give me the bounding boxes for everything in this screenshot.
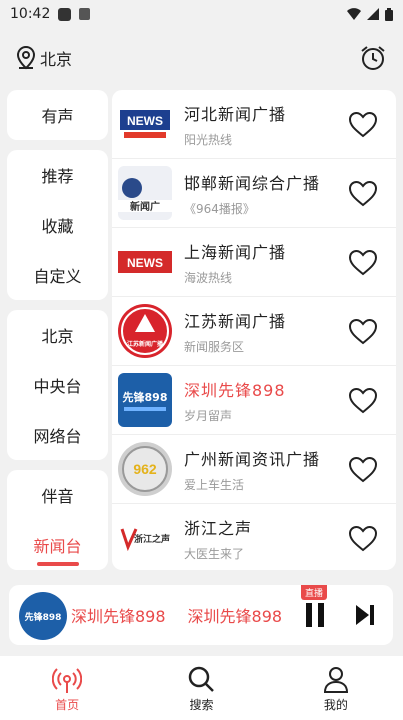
notification-icon: [58, 7, 72, 21]
station-program: 海波热线: [184, 270, 233, 285]
user-icon: [323, 666, 348, 693]
pause-icon[interactable]: [304, 602, 326, 628]
now-playing-marquee: 深圳先锋898 深圳先锋898: [71, 603, 293, 627]
sidebar-group-1: 有声: [7, 90, 108, 140]
player-station-logo: 先锋898: [19, 592, 67, 640]
station-logo: NEWS: [118, 97, 172, 151]
station-program: 《964播报》: [184, 201, 255, 216]
station-title: 河北新闻广播: [184, 104, 287, 124]
nav-search-label: 搜索: [189, 697, 214, 712]
list-item[interactable]: 江苏新闻广播 江苏新闻广播 新闻服务区: [112, 297, 396, 366]
skip-next-icon[interactable]: [354, 603, 376, 627]
sidebar-item-favorites[interactable]: 收藏: [7, 200, 108, 250]
list-item-active[interactable]: 先锋898 深圳先锋898 岁月留声: [112, 366, 396, 435]
now-playing-title-repeat: 深圳先锋898: [187, 607, 283, 626]
sidebar-item-recommend[interactable]: 推荐: [7, 150, 108, 200]
station-title: 深圳先锋898: [184, 380, 286, 400]
app-notification-icon: [79, 8, 91, 20]
list-item[interactable]: NEWS 上海新闻广播 海波热线: [112, 228, 396, 297]
sidebar-item-news[interactable]: 新闻台: [7, 520, 108, 570]
svg-text:NEWS: NEWS: [127, 256, 163, 270]
svg-text:浙江之声: 浙江之声: [134, 533, 170, 545]
sidebar-item-background[interactable]: 伴音: [7, 470, 108, 520]
svg-text:962: 962: [133, 461, 157, 477]
radio-waves-icon: [52, 667, 83, 693]
heart-icon[interactable]: [348, 111, 378, 138]
station-program: 新闻服务区: [184, 339, 245, 354]
nav-profile-label: 我的: [323, 697, 348, 712]
station-program: 爱上车生活: [184, 477, 245, 492]
city-label: 北京: [40, 50, 73, 69]
svg-text:新闻广: 新闻广: [130, 200, 160, 213]
nav-home-label: 首页: [55, 697, 80, 712]
bottom-navigation: 首页 搜索 我的: [0, 656, 403, 720]
station-list: NEWS 河北新闻广播 阳光热线 新闻广 邯郸新闻综合广播 《964播报》 NE…: [112, 90, 396, 570]
live-badge: 直播: [301, 585, 328, 600]
list-item[interactable]: NEWS 河北新闻广播 阳光热线: [112, 90, 396, 159]
sidebar-item-central[interactable]: 中央台: [7, 360, 108, 410]
station-title: 江苏新闻广播: [184, 311, 287, 331]
station-logo: 新闻广: [118, 166, 172, 220]
nav-profile[interactable]: 我的: [269, 656, 403, 720]
station-title: 上海新闻广播: [184, 242, 287, 262]
station-title: 浙江之声: [184, 518, 253, 538]
station-title: 广州新闻资讯广播: [184, 449, 321, 469]
list-item[interactable]: 新闻广 邯郸新闻综合广播 《964播报》: [112, 159, 396, 228]
sidebar-group-4: 伴音 新闻台: [7, 470, 108, 570]
station-title: 邯郸新闻综合广播: [184, 173, 321, 193]
signal-icon: [367, 8, 379, 20]
sidebar-item-network[interactable]: 网络台: [7, 410, 108, 460]
station-logo: NEWS: [118, 235, 172, 289]
station-logo: 962: [118, 442, 172, 496]
now-playing-title: 深圳先锋898: [71, 607, 166, 626]
sidebar-item-audio[interactable]: 有声: [7, 90, 108, 140]
list-item[interactable]: 962 广州新闻资讯广播 爱上车生活: [112, 435, 396, 504]
heart-icon[interactable]: [348, 318, 378, 345]
search-icon: [189, 666, 215, 692]
station-logo: 先锋898: [118, 373, 172, 427]
heart-icon[interactable]: [348, 249, 378, 276]
heart-icon[interactable]: [348, 456, 378, 483]
category-sidebar: 有声 推荐 收藏 自定义 北京 中央台 网络台 伴音 新闻台: [7, 90, 108, 580]
nav-home[interactable]: 首页: [0, 656, 134, 720]
header: 北京: [0, 38, 403, 78]
mini-player[interactable]: 先锋898 深圳先锋898 深圳先锋898 直播: [9, 585, 393, 645]
nav-search[interactable]: 搜索: [134, 656, 268, 720]
station-program: 岁月留声: [184, 408, 233, 423]
location-selector[interactable]: 北京: [16, 46, 72, 70]
sidebar-group-3: 北京 中央台 网络台: [7, 310, 108, 460]
svg-text:江苏新闻广播: 江苏新闻广播: [127, 340, 164, 348]
heart-icon[interactable]: [348, 525, 378, 552]
wifi-icon: [347, 8, 361, 20]
battery-icon: [385, 7, 393, 21]
list-item[interactable]: 浙江之声 浙江之声 大医生来了: [112, 504, 396, 570]
clock-time: 10:42: [10, 6, 51, 22]
sidebar-group-2: 推荐 收藏 自定义: [7, 150, 108, 300]
sidebar-item-custom[interactable]: 自定义: [7, 250, 108, 300]
status-bar: 10:42: [0, 0, 403, 28]
station-program: 大医生来了: [184, 546, 245, 561]
station-logo: 江苏新闻广播: [118, 304, 172, 358]
sidebar-item-beijing[interactable]: 北京: [7, 310, 108, 360]
location-pin-icon: [16, 46, 36, 70]
svg-text:NEWS: NEWS: [127, 114, 163, 128]
station-logo: 浙江之声: [118, 511, 172, 565]
heart-icon[interactable]: [348, 387, 378, 414]
heart-icon[interactable]: [348, 180, 378, 207]
station-program: 阳光热线: [184, 132, 233, 147]
svg-text:先锋898: 先锋898: [123, 390, 168, 404]
alarm-clock-icon[interactable]: [359, 44, 387, 72]
